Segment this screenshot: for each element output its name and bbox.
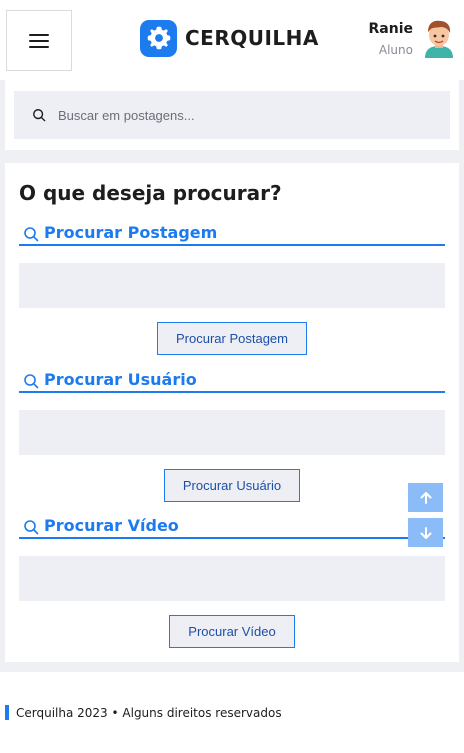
arrow-down-icon [420,526,431,539]
postagem-field[interactable] [19,263,445,308]
brand-name: CERQUILHA [185,26,319,50]
search-box[interactable] [14,91,450,139]
scroll-down-button[interactable] [408,518,443,547]
footer: Cerquilha 2023 • Alguns direitos reserva… [0,672,464,753]
footer-accent-bar [5,705,9,720]
user-role: Aluno [378,43,413,57]
search-postagem-button[interactable]: Procurar Postagem [157,322,307,355]
gear-icon [140,19,177,57]
section-title-label: Procurar Usuário [44,370,197,389]
search-input[interactable] [58,107,418,123]
section-title-label: Procurar Vídeo [44,516,179,535]
search-icon [24,520,39,535]
arrow-up-icon [420,491,431,504]
page-title: O que deseja procurar? [19,181,282,205]
avatar[interactable] [421,18,457,58]
search-icon [24,227,39,242]
footer-text: Cerquilha 2023 • Alguns direitos reserva… [16,706,282,720]
search-panel [5,80,459,150]
brand-logo[interactable]: CERQUILHA [140,19,319,57]
search-icon [33,109,46,122]
search-video-button[interactable]: Procurar Vídeo [169,615,295,648]
section-title-video: Procurar Vídeo [19,517,445,539]
section-title-usuario: Procurar Usuário [19,371,445,393]
usuario-field[interactable] [19,410,445,455]
video-field[interactable] [19,556,445,601]
menu-button[interactable] [6,10,72,71]
top-header: CERQUILHA Ranie Aluno [0,0,464,80]
search-options-card: O que deseja procurar? Procurar Postagem… [5,163,459,662]
section-title-postagem: Procurar Postagem [19,224,445,246]
search-usuario-button[interactable]: Procurar Usuário [164,469,300,502]
section-title-label: Procurar Postagem [44,223,218,242]
user-name[interactable]: Ranie [369,21,414,37]
search-icon [24,374,39,389]
scroll-up-button[interactable] [408,483,443,512]
hamburger-icon [29,33,49,48]
